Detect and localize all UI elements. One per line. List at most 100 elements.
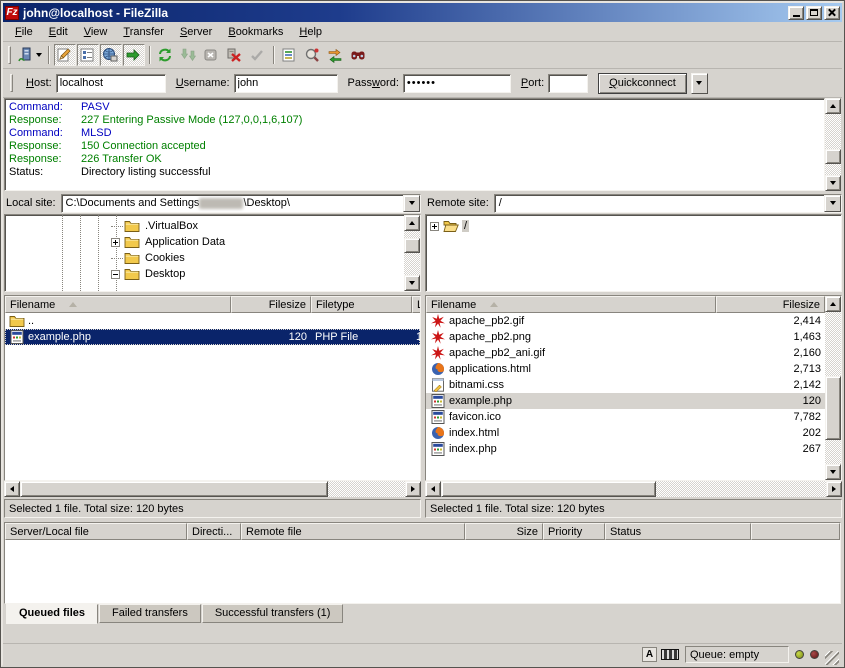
sync-browsing-button[interactable]: [325, 44, 347, 66]
remote-path-combo[interactable]: /: [494, 194, 842, 213]
tab-queued-files[interactable]: Queued files: [6, 604, 98, 624]
scroll-left-button[interactable]: [4, 481, 20, 497]
expand-icon[interactable]: [111, 238, 120, 247]
scroll-track[interactable]: [328, 481, 405, 497]
cancel-button[interactable]: [201, 44, 223, 66]
toggle-queue-button[interactable]: [123, 44, 145, 66]
transfer-type-indicator[interactable]: A: [642, 647, 657, 662]
tab-successful-transfers-1[interactable]: Successful transfers (1): [202, 604, 344, 623]
scroll-right-button[interactable]: [826, 481, 842, 497]
column-header-filesize[interactable]: Filesize: [231, 296, 311, 313]
reconnect-button[interactable]: [247, 44, 269, 66]
process-queue-button[interactable]: [178, 44, 200, 66]
disconnect-button[interactable]: [224, 44, 246, 66]
collapse-icon[interactable]: [111, 270, 120, 279]
file-row-index-html[interactable]: index.html202: [426, 425, 825, 441]
column-header-filesize[interactable]: Filesize: [716, 296, 825, 313]
scroll-down-button[interactable]: [825, 464, 841, 480]
scroll-thumb[interactable]: [404, 238, 420, 253]
remote-hscrollbar[interactable]: [425, 481, 842, 497]
local-path-combo[interactable]: C:\Documents and Settings\Desktop\: [61, 194, 421, 213]
scroll-thumb[interactable]: [825, 376, 841, 440]
column-header-l[interactable]: L: [412, 296, 420, 313]
remote-list-scrollbar[interactable]: [825, 296, 841, 480]
file-row-applications-html[interactable]: applications.html2,713: [426, 361, 825, 377]
column-header-filename[interactable]: Filename: [5, 296, 231, 313]
scroll-thumb[interactable]: [825, 149, 841, 164]
queue-column-server-local-file[interactable]: Server/Local file: [5, 523, 187, 540]
queue-column-size[interactable]: Size: [465, 523, 543, 540]
quickconnect-grip[interactable]: [10, 74, 13, 92]
local-hscrollbar[interactable]: [4, 481, 421, 497]
queue-body[interactable]: [5, 540, 840, 603]
toggle-remote-tree-button[interactable]: [100, 44, 122, 66]
menu-edit[interactable]: Edit: [41, 24, 76, 40]
scroll-left-button[interactable]: [425, 481, 441, 497]
queue-column-directi[interactable]: Directi...: [187, 523, 241, 540]
close-button[interactable]: [824, 6, 840, 20]
resize-grip[interactable]: [825, 651, 839, 665]
filter-button[interactable]: [279, 44, 301, 66]
quickconnect-dropdown[interactable]: [691, 73, 708, 94]
username-input[interactable]: [234, 74, 338, 93]
file-row-favicon-ico[interactable]: favicon.ico7,782: [426, 409, 825, 425]
local-tree-item-application-data[interactable]: Application Data: [5, 234, 404, 250]
column-header-filename[interactable]: Filename: [426, 296, 716, 313]
local-tree-item-cookies[interactable]: Cookies: [5, 250, 404, 266]
toggle-log-button[interactable]: [54, 44, 76, 66]
site-manager-button[interactable]: [15, 44, 44, 66]
maximize-button[interactable]: [806, 6, 822, 20]
menu-transfer[interactable]: Transfer: [115, 24, 172, 40]
file-row-example-php[interactable]: example.php120: [426, 393, 825, 409]
file-row-item[interactable]: ..: [5, 313, 420, 329]
local-path-dropdown[interactable]: [403, 195, 420, 212]
local-tree-item-virtualbox[interactable]: .VirtualBox: [5, 218, 404, 234]
remote-tree-item-item[interactable]: /: [426, 218, 841, 234]
host-input[interactable]: [56, 74, 166, 93]
queue-column-remote-file[interactable]: Remote file: [241, 523, 465, 540]
find-files-button[interactable]: [348, 44, 370, 66]
minimize-button[interactable]: [788, 6, 804, 20]
local-tree-scrollbar[interactable]: [404, 215, 420, 291]
scroll-up-button[interactable]: [825, 98, 841, 114]
title-bar[interactable]: Fz john@localhost - FileZilla: [3, 3, 842, 22]
scroll-track[interactable]: [404, 231, 420, 275]
scroll-up-button[interactable]: [825, 296, 841, 312]
file-row-apache-pb2-png[interactable]: apache_pb2.png1,463: [426, 329, 825, 345]
quickconnect-button[interactable]: Quickconnect: [598, 73, 687, 94]
file-row-bitnami-css[interactable]: bitnami.css2,142: [426, 377, 825, 393]
tab-failed-transfers[interactable]: Failed transfers: [99, 604, 201, 623]
encryption-indicator-icon[interactable]: [661, 649, 679, 660]
refresh-button[interactable]: [155, 44, 177, 66]
expand-icon[interactable]: [430, 222, 439, 231]
menu-view[interactable]: View: [76, 24, 116, 40]
password-input[interactable]: [403, 74, 511, 93]
menu-bookmarks[interactable]: Bookmarks: [220, 24, 291, 40]
scroll-down-button[interactable]: [825, 175, 841, 191]
column-header-filetype[interactable]: Filetype: [311, 296, 412, 313]
scroll-thumb[interactable]: [441, 481, 656, 497]
menu-help[interactable]: Help: [291, 24, 330, 40]
scroll-track[interactable]: [825, 312, 841, 464]
menu-file[interactable]: File: [7, 24, 41, 40]
scroll-right-button[interactable]: [405, 481, 421, 497]
scroll-track[interactable]: [656, 481, 826, 497]
queue-column-priority[interactable]: Priority: [543, 523, 605, 540]
file-row-example-php[interactable]: example.php120PHP File1: [5, 329, 420, 345]
queue-column-status[interactable]: Status: [605, 523, 751, 540]
port-input[interactable]: [548, 74, 588, 93]
local-tree-item-desktop[interactable]: Desktop: [5, 266, 404, 282]
scroll-down-button[interactable]: [404, 275, 420, 291]
toggle-local-tree-button[interactable]: [77, 44, 99, 66]
file-row-apache-pb2-gif[interactable]: apache_pb2.gif2,414: [426, 313, 825, 329]
queue-column-item[interactable]: [751, 523, 840, 540]
site-manager-dropdown-arrow[interactable]: [36, 53, 42, 57]
scroll-thumb[interactable]: [20, 481, 328, 497]
log-scrollbar[interactable]: [825, 98, 841, 191]
scroll-up-button[interactable]: [404, 215, 420, 231]
file-row-index-php[interactable]: index.php267: [426, 441, 825, 457]
remote-path-dropdown[interactable]: [824, 195, 841, 212]
scroll-track[interactable]: [825, 114, 841, 175]
menu-server[interactable]: Server: [172, 24, 220, 40]
compare-button[interactable]: [302, 44, 324, 66]
